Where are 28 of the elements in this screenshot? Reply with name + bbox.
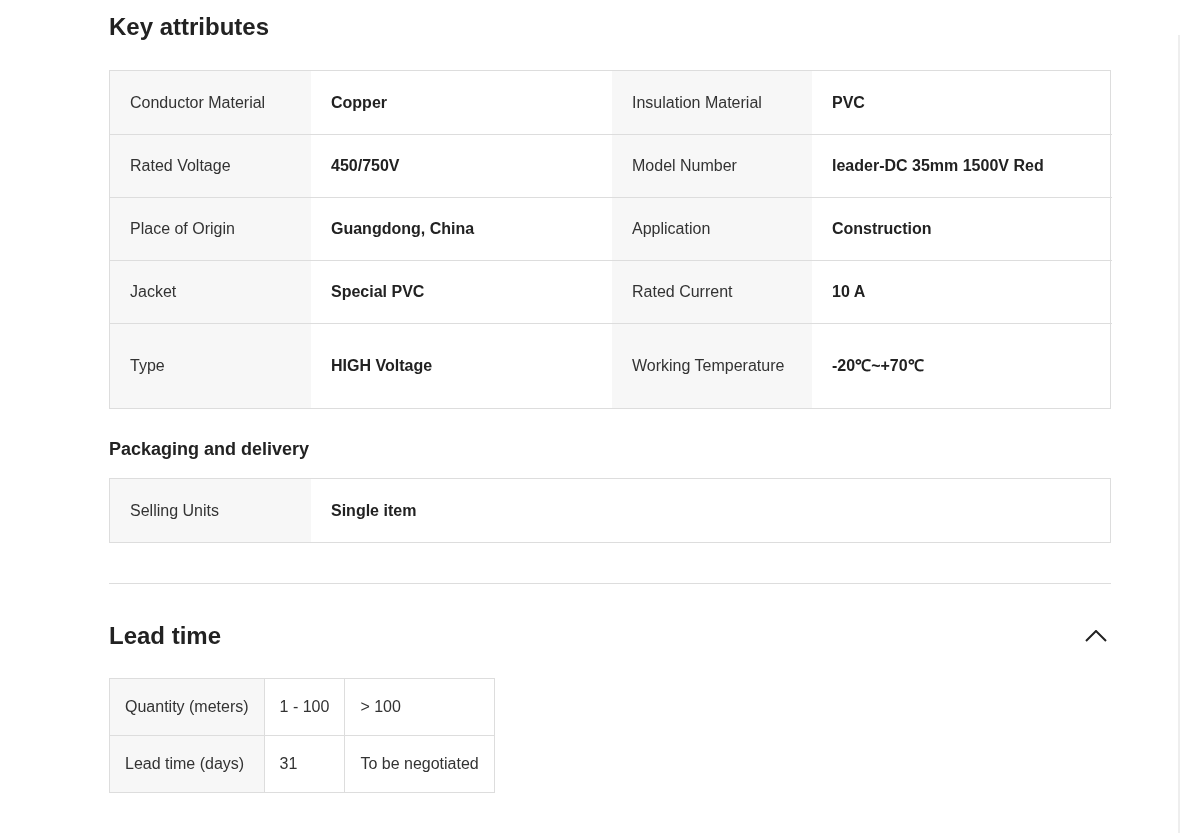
attribute-label: Jacket <box>110 260 311 323</box>
attribute-value: 10 A <box>812 260 1112 323</box>
attribute-value: leader-DC 35mm 1500V Red <box>812 134 1112 197</box>
attribute-label: Conductor Material <box>110 71 311 134</box>
attribute-label: Insulation Material <box>612 71 812 134</box>
attribute-label: Place of Origin <box>110 197 311 260</box>
attribute-value: PVC <box>831 92 866 113</box>
table-header-cell: Quantity (meters) <box>109 678 265 736</box>
attribute-value: -20℃~+70℃ <box>812 323 1112 408</box>
attribute-label: Application <box>612 197 812 260</box>
table-cell: To be negotiated <box>344 735 495 793</box>
section-heading: Packaging and delivery <box>109 438 311 460</box>
attribute-label: Type <box>110 323 311 408</box>
table-cell: 31 <box>264 735 345 793</box>
chevron-up-icon <box>1085 630 1107 642</box>
table-header-cell: Lead time (days) <box>109 735 265 793</box>
section-heading: Key attributes <box>109 13 271 41</box>
table-cell: > 100 <box>344 678 495 736</box>
attribute-label: Selling Units <box>110 479 311 542</box>
table-cell: 1 - 100 <box>264 678 345 736</box>
attribute-label: Working Temperature <box>612 323 812 408</box>
attribute-label: Rated Voltage <box>110 134 311 197</box>
attribute-label: Model Number <box>612 134 812 197</box>
attribute-value: Single item <box>330 500 418 521</box>
attribute-value: Copper <box>330 92 388 113</box>
attribute-value: Construction <box>812 197 1112 260</box>
section-heading: Lead time <box>109 622 222 650</box>
attribute-label: Rated Current <box>612 260 812 323</box>
